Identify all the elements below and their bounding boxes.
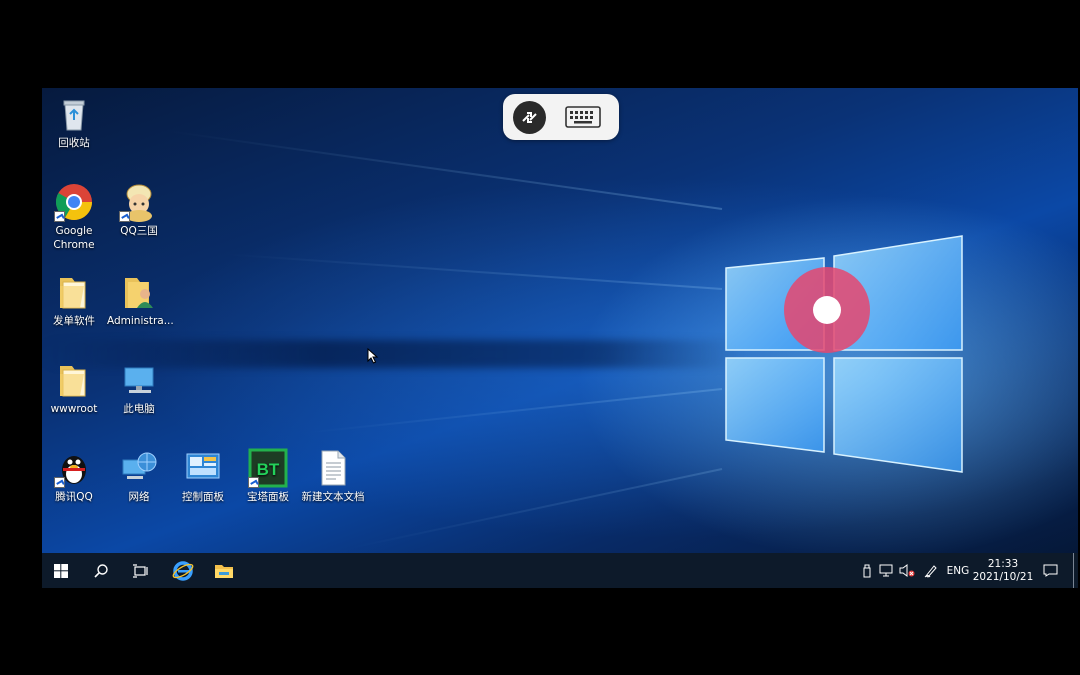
computer-icon <box>119 360 159 400</box>
network-status-icon <box>879 564 893 577</box>
folder-icon <box>54 360 94 400</box>
user-folder-icon <box>119 272 159 312</box>
desktop-icon-network[interactable]: 网络 <box>107 448 171 504</box>
clock-time: 21:33 <box>987 557 1019 570</box>
mouse-cursor-icon <box>367 348 379 364</box>
action-center-button[interactable] <box>1038 553 1062 588</box>
icon-label: Google Chrome <box>53 225 95 251</box>
desktop-icon-recycle-bin[interactable]: 回收站 <box>42 94 106 150</box>
remote-desktop-screen: 回收站 Google Chrome QQ三国 发单软件 Administra..… <box>42 88 1078 588</box>
clock-date: 2021/10/21 <box>972 570 1034 583</box>
chrome-icon <box>54 182 94 222</box>
taskbar: ENG 21:33 2021/10/21 <box>42 553 1078 588</box>
icon-label: 新建文本文档 <box>301 491 365 503</box>
desktop-icon-fadan-software[interactable]: 发单软件 <box>42 272 106 328</box>
language-label: ENG <box>946 564 970 577</box>
text-document-icon <box>313 448 353 488</box>
tray-network-button[interactable] <box>877 553 895 588</box>
desktop-icon-bt-panel[interactable]: BT 宝塔面板 <box>236 448 300 504</box>
icon-label: 此电脑 <box>123 403 155 415</box>
touch-indicator <box>784 267 870 353</box>
keyboard-button[interactable] <box>563 103 603 131</box>
recycle-bin-icon <box>54 94 94 134</box>
icon-label: 发单软件 <box>53 315 95 327</box>
desktop-icon-administrator[interactable]: Administra... <box>107 272 174 328</box>
icon-label: 回收站 <box>58 137 90 149</box>
icon-label: 控制面板 <box>182 491 224 503</box>
volume-muted-icon <box>899 564 915 577</box>
shortcut-arrow-icon <box>119 211 130 222</box>
icon-label: 宝塔面板 <box>247 491 289 503</box>
start-button[interactable] <box>42 553 80 588</box>
usb-drive-icon <box>863 564 871 577</box>
desktop-icon-this-pc[interactable]: 此电脑 <box>107 360 171 416</box>
file-explorer-button[interactable] <box>205 553 243 588</box>
desktop-icon-tencent-qq[interactable]: 腾讯QQ <box>42 448 106 504</box>
remote-connection-button[interactable] <box>513 101 546 134</box>
search-icon <box>94 563 108 578</box>
keyboard-icon <box>565 106 601 128</box>
shortcut-arrow-icon <box>54 477 65 488</box>
icon-label: wwwroot <box>50 403 98 415</box>
file-explorer-icon <box>215 564 233 578</box>
task-view-button[interactable] <box>122 553 160 588</box>
control-panel-icon <box>183 448 223 488</box>
search-button[interactable] <box>82 553 120 588</box>
pen-ink-icon <box>924 564 937 578</box>
internet-explorer-icon <box>172 560 194 581</box>
svg-text:BT: BT <box>257 460 280 479</box>
notification-icon <box>1043 564 1057 577</box>
desktop-icon-control-panel[interactable]: 控制面板 <box>171 448 235 504</box>
icon-label: Administra... <box>107 315 174 327</box>
input-language-indicator[interactable]: ENG <box>944 553 972 588</box>
desktop-icon-google-chrome[interactable]: Google Chrome <box>42 182 106 252</box>
remote-desktop-toolbar <box>503 94 619 140</box>
desktop-icon-new-text-document[interactable]: 新建文本文档 <box>301 448 365 504</box>
windows-start-icon <box>54 563 68 578</box>
task-view-icon <box>133 563 148 578</box>
network-icon <box>119 448 159 488</box>
icon-label: QQ三国 <box>120 225 158 237</box>
tray-volume-button[interactable] <box>897 553 917 588</box>
qq-penguin-icon <box>54 448 94 488</box>
bt-panel-icon: BT <box>248 448 288 488</box>
desktop-icon-qq-sanguo[interactable]: QQ三国 <box>107 182 171 238</box>
shortcut-arrow-icon <box>54 211 65 222</box>
remote-desktop-icon <box>522 112 537 123</box>
qq-sanguo-icon <box>119 182 159 222</box>
shortcut-arrow-icon <box>248 477 259 488</box>
show-desktop-button[interactable] <box>1073 553 1078 588</box>
tray-pen-button[interactable] <box>921 553 941 588</box>
icon-label: 腾讯QQ <box>55 491 93 503</box>
clock[interactable]: 21:33 2021/10/21 <box>972 553 1034 588</box>
folder-icon <box>54 272 94 312</box>
desktop-icon-wwwroot[interactable]: wwwroot <box>42 360 106 416</box>
desktop-background[interactable]: 回收站 Google Chrome QQ三国 发单软件 Administra..… <box>42 88 1078 553</box>
icon-label: 网络 <box>128 491 150 503</box>
internet-explorer-button[interactable] <box>164 553 202 588</box>
tray-usb-icon-button[interactable] <box>859 553 875 588</box>
